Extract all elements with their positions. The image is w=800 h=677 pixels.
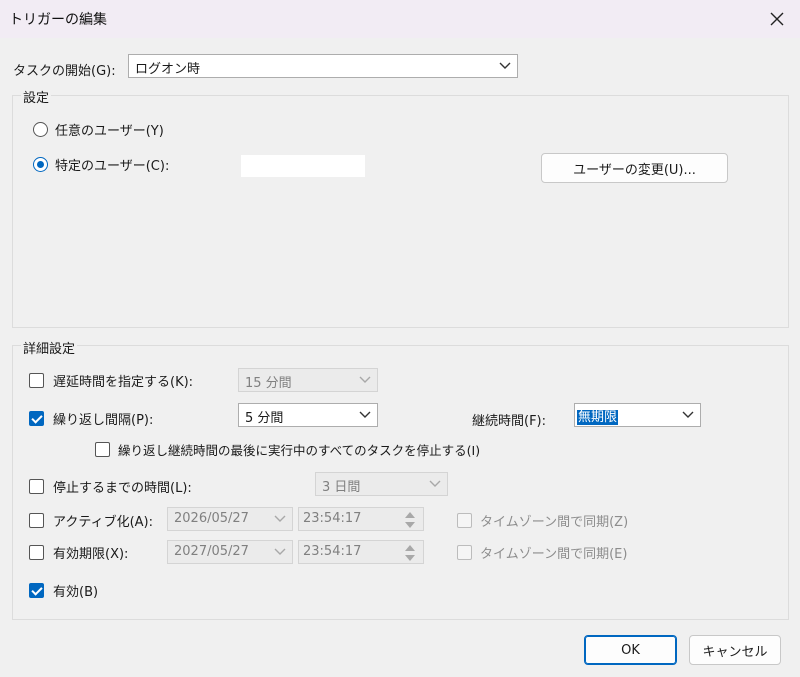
- repeat-checkbox[interactable]: [29, 411, 44, 426]
- expire-date-picker[interactable]: 2027/05/27: [167, 540, 293, 564]
- repeat-label: 繰り返し間隔(P):: [53, 413, 154, 428]
- activate-sync-checkbox[interactable]: [457, 513, 472, 528]
- chevron-down-icon: [359, 376, 371, 383]
- activate-date-value: 2026/05/27: [174, 511, 249, 526]
- delay-label: 遅延時間を指定する(K):: [53, 375, 194, 390]
- stop-all-checkbox[interactable]: [95, 442, 110, 457]
- stop-after-label: 停止するまでの時間(L):: [53, 481, 192, 496]
- expire-label: 有効期限(X):: [53, 547, 129, 562]
- cancel-button[interactable]: キャンセル: [689, 635, 781, 665]
- chevron-down-icon: [682, 411, 694, 418]
- any-user-radio[interactable]: [33, 122, 48, 137]
- expire-sync-checkbox[interactable]: [457, 545, 472, 560]
- settings-group-title: 設定: [21, 87, 52, 106]
- stop-after-dropdown[interactable]: 3 日間: [315, 472, 448, 496]
- repeat-dropdown[interactable]: 5 分間: [238, 403, 378, 427]
- begin-task-value: ログオン時: [135, 62, 201, 77]
- spin-updown-icon[interactable]: [401, 508, 419, 532]
- enabled-checkbox[interactable]: [29, 583, 44, 598]
- user-name-field: [241, 155, 365, 177]
- delay-value: 15 分間: [245, 376, 292, 391]
- title-bar: トリガーの編集: [0, 0, 800, 38]
- stop-after-checkbox[interactable]: [29, 479, 44, 494]
- window-title: トリガーの編集: [9, 12, 107, 28]
- delay-checkbox[interactable]: [29, 373, 44, 388]
- chevron-down-icon: [359, 411, 371, 418]
- stop-after-value: 3 日間: [322, 480, 361, 495]
- duration-value: 無期限: [577, 410, 619, 425]
- stop-all-label: 繰り返し継続時間の最後に実行中のすべてのタスクを停止する(I): [118, 443, 481, 458]
- begin-task-label: タスクの開始(G):: [13, 64, 116, 79]
- specific-user-radio[interactable]: [33, 157, 48, 172]
- delay-dropdown[interactable]: 15 分間: [238, 368, 378, 392]
- any-user-label: 任意のユーザー(Y): [55, 124, 164, 139]
- begin-task-dropdown[interactable]: ログオン時: [128, 54, 518, 78]
- expire-time-value: 23:54:17: [303, 544, 362, 559]
- expire-time-input[interactable]: 23:54:17: [298, 540, 424, 564]
- expire-checkbox[interactable]: [29, 545, 44, 560]
- activate-date-picker[interactable]: 2026/05/27: [167, 507, 293, 531]
- activate-time-value: 23:54:17: [303, 511, 362, 526]
- expire-sync-label: タイムゾーン間で同期(E): [480, 547, 628, 562]
- activate-label: アクティブ化(A):: [53, 515, 153, 530]
- specific-user-label: 特定のユーザー(C):: [55, 159, 170, 174]
- chevron-down-icon: [274, 515, 286, 522]
- chevron-down-icon: [274, 548, 286, 555]
- change-user-button[interactable]: ユーザーの変更(U)...: [541, 153, 728, 183]
- activate-time-input[interactable]: 23:54:17: [298, 507, 424, 531]
- chevron-down-icon: [499, 62, 511, 69]
- ok-button[interactable]: OK: [584, 635, 677, 665]
- duration-dropdown[interactable]: 無期限: [574, 403, 701, 427]
- chevron-down-icon: [429, 480, 441, 487]
- spin-updown-icon[interactable]: [401, 541, 419, 565]
- activate-sync-label: タイムゾーン間で同期(Z): [480, 515, 629, 530]
- repeat-value: 5 分間: [245, 411, 284, 426]
- activate-checkbox[interactable]: [29, 513, 44, 528]
- expire-date-value: 2027/05/27: [174, 544, 249, 559]
- enabled-label: 有効(B): [53, 585, 99, 600]
- duration-label: 継続時間(F):: [472, 414, 547, 429]
- advanced-group-title: 詳細設定: [21, 338, 78, 357]
- close-button[interactable]: [754, 0, 800, 38]
- close-icon: [770, 12, 784, 26]
